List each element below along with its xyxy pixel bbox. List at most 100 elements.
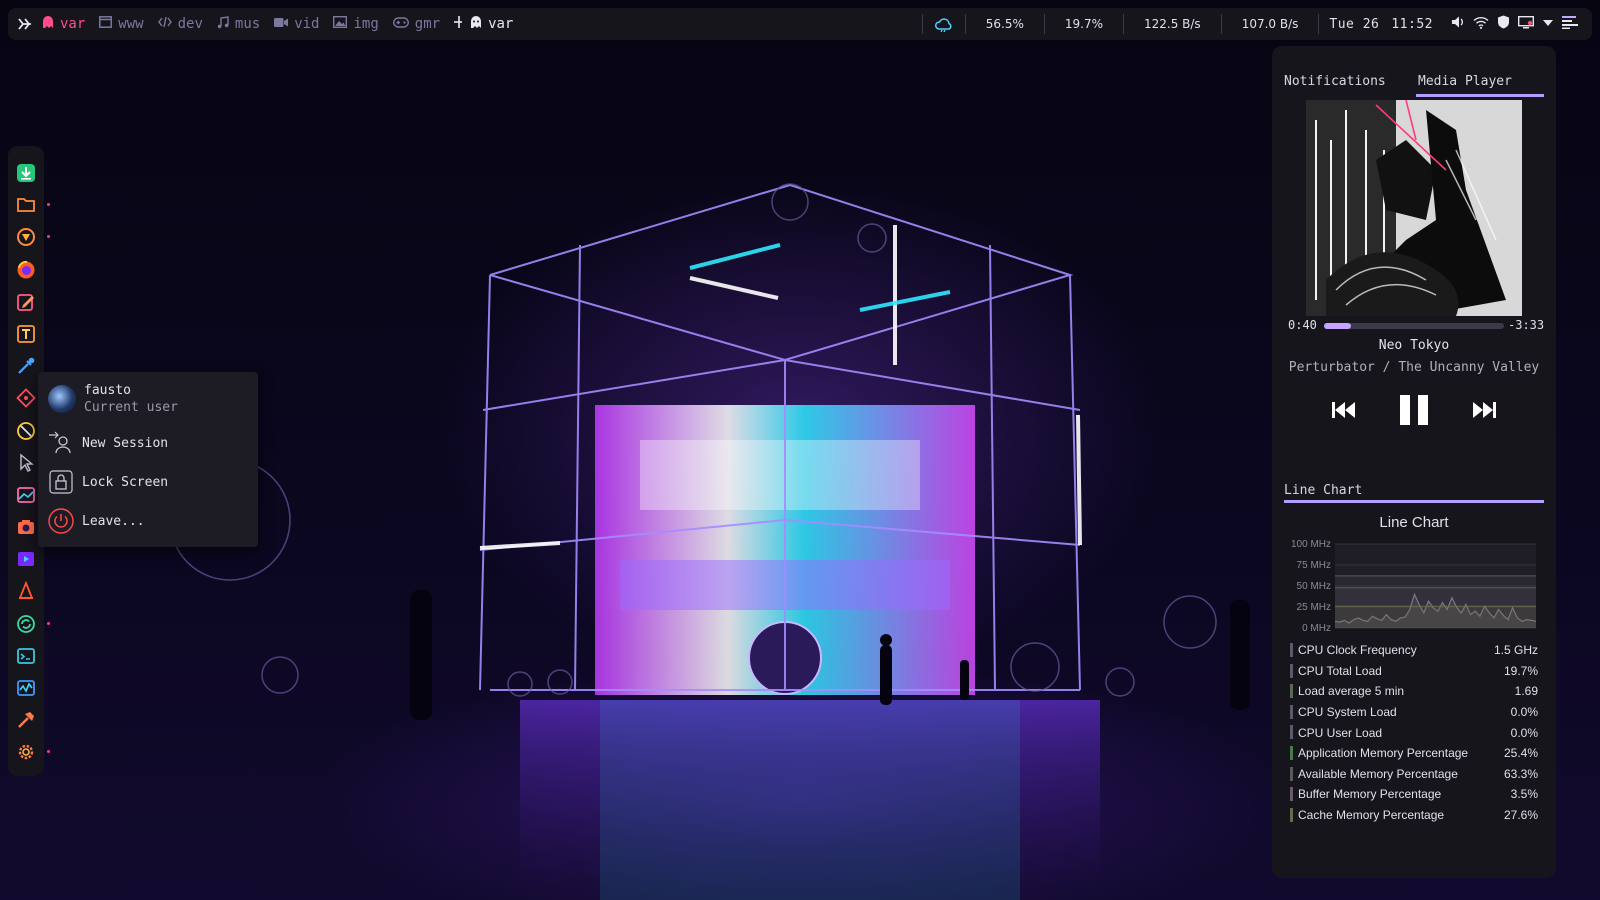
pause-button[interactable] bbox=[1398, 392, 1430, 428]
shield-icon[interactable] bbox=[1497, 15, 1510, 33]
sensor-label: CPU Clock Frequency bbox=[1298, 643, 1417, 658]
panel-tabs: Notifications Media Player bbox=[1284, 74, 1544, 97]
cursor-icon bbox=[20, 453, 34, 472]
clock[interactable]: Tue 26 11:52 bbox=[1318, 14, 1443, 34]
leave-button[interactable]: Leave... bbox=[48, 508, 145, 534]
user-info: fausto Current user bbox=[84, 382, 178, 416]
download-icon bbox=[17, 164, 35, 182]
dock-item-typora[interactable] bbox=[15, 323, 37, 345]
dock-item-color-picker[interactable] bbox=[15, 355, 37, 377]
skip-forward-icon bbox=[1473, 402, 1496, 418]
workspace-img[interactable]: img bbox=[333, 15, 379, 32]
dock-item-settings[interactable] bbox=[15, 741, 50, 763]
workspace-var[interactable]: var bbox=[42, 16, 85, 32]
dock-item-terminal[interactable] bbox=[15, 645, 37, 667]
skip-back-icon bbox=[1332, 402, 1355, 418]
chevron-down-icon[interactable] bbox=[1542, 17, 1554, 32]
lock-screen-button[interactable]: Lock Screen bbox=[48, 469, 168, 495]
sensor-row: Application Memory Percentage 25.4% bbox=[1290, 743, 1538, 764]
gamepad-icon bbox=[392, 16, 409, 32]
workspace-vid[interactable]: vid bbox=[274, 16, 319, 32]
dock-item-clock[interactable] bbox=[15, 420, 37, 442]
dock-item-vlc[interactable] bbox=[15, 580, 37, 602]
sensor-label: Cache Memory Percentage bbox=[1298, 808, 1445, 823]
seek-bar[interactable] bbox=[1324, 323, 1504, 329]
terminal-icon bbox=[17, 647, 35, 664]
cpu-usage[interactable]: 56.5% bbox=[964, 14, 1044, 34]
clock-date: Tue 26 bbox=[1329, 16, 1380, 32]
power-icon bbox=[48, 508, 74, 534]
workspace-label: dev bbox=[177, 16, 203, 32]
workspace-www[interactable]: www bbox=[99, 16, 144, 32]
sensor-value: 1.5 GHz bbox=[1493, 643, 1538, 658]
film-icon bbox=[18, 552, 34, 567]
workspace-mus[interactable]: mus bbox=[217, 15, 260, 33]
dock-item-sync[interactable] bbox=[15, 613, 50, 635]
dock-item-editor[interactable] bbox=[15, 291, 37, 313]
sensor-row: Cache Memory Percentage 27.6% bbox=[1290, 805, 1538, 826]
seek-bar-fill bbox=[1324, 323, 1351, 329]
y-tick-label: 25 MHz bbox=[1297, 602, 1331, 613]
edit-icon bbox=[17, 293, 34, 311]
sensor-row: Buffer Memory Percentage 3.5% bbox=[1290, 784, 1538, 805]
brave-icon bbox=[17, 228, 35, 247]
dock-item-file-manager[interactable] bbox=[15, 194, 50, 216]
avatar bbox=[48, 385, 76, 413]
elapsed-time: 0:40 bbox=[1288, 318, 1317, 332]
net-upload[interactable]: 107.0 B/s bbox=[1220, 14, 1319, 34]
volume-icon[interactable] bbox=[1451, 15, 1465, 33]
load-usage[interactable]: 19.7% bbox=[1043, 14, 1123, 34]
next-button[interactable] bbox=[1470, 392, 1498, 428]
sensor-color-bar bbox=[1290, 704, 1293, 719]
user-role: Current user bbox=[84, 400, 178, 415]
firefox-icon bbox=[17, 260, 35, 279]
top-bar: var www dev mus vid img gmr var 56.5% 19… bbox=[8, 8, 1592, 40]
sensor-value: 3.5% bbox=[1510, 787, 1538, 802]
dock-item-system-monitor[interactable] bbox=[15, 677, 37, 699]
workspace-dev[interactable]: dev bbox=[157, 16, 203, 32]
image-icon bbox=[333, 15, 348, 32]
weather-icon[interactable] bbox=[921, 14, 965, 34]
dock-item-image-viewer[interactable] bbox=[15, 484, 37, 506]
dock-item-firefox[interactable] bbox=[15, 259, 37, 281]
sensor-row: Load average 5 min 1.69 bbox=[1290, 681, 1538, 702]
pause-icon bbox=[1400, 395, 1428, 425]
system-tray bbox=[1443, 15, 1592, 33]
y-tick-label: 50 MHz bbox=[1297, 581, 1331, 592]
menu-icon[interactable] bbox=[1562, 15, 1578, 33]
tab-media-player[interactable]: Media Player bbox=[1416, 74, 1544, 97]
folder-icon bbox=[17, 198, 35, 213]
dock-item-video-editor[interactable] bbox=[15, 548, 37, 570]
launcher-logo-icon[interactable] bbox=[8, 16, 42, 32]
chart-title: Line Chart bbox=[1379, 514, 1449, 531]
new-session-button[interactable]: New Session bbox=[48, 430, 168, 456]
hammer-icon bbox=[18, 712, 34, 729]
tab-notifications[interactable]: Notifications bbox=[1284, 74, 1386, 89]
status-area: 56.5% 19.7% 122.5 B/s 107.0 B/s Tue 26 1… bbox=[921, 8, 1592, 40]
workspace-gmr[interactable]: gmr bbox=[392, 16, 440, 32]
display-icon[interactable] bbox=[1517, 15, 1535, 33]
workspace-label: vid bbox=[294, 16, 320, 32]
music-icon bbox=[217, 15, 229, 33]
sensor-color-bar bbox=[1290, 684, 1293, 699]
sensor-label: CPU User Load bbox=[1298, 725, 1383, 740]
net-download[interactable]: 122.5 B/s bbox=[1122, 14, 1221, 34]
dock-item-pointer[interactable] bbox=[15, 452, 37, 474]
dock-item-screenshot[interactable] bbox=[15, 516, 37, 538]
chart-tab[interactable]: Line Chart bbox=[1284, 483, 1362, 498]
dock-item-git[interactable] bbox=[15, 387, 37, 409]
side-panel: Notifications Media Player 0:40 -3:33 Ne… bbox=[1272, 46, 1556, 878]
sensor-color-bar bbox=[1290, 807, 1293, 822]
current-user[interactable]: fausto Current user bbox=[48, 382, 178, 416]
sync-icon bbox=[17, 614, 35, 633]
sensor-list: CPU Clock Frequency 1.5 GHz CPU Total Load… bbox=[1290, 640, 1538, 825]
workspace-label: var bbox=[60, 16, 86, 32]
dock-item-brave[interactable] bbox=[15, 226, 50, 248]
wifi-icon[interactable] bbox=[1473, 16, 1489, 33]
previous-button[interactable] bbox=[1330, 392, 1358, 428]
y-tick-label: 0 MHz bbox=[1302, 623, 1331, 634]
cone-icon bbox=[18, 581, 34, 600]
y-tick-label: 75 MHz bbox=[1297, 560, 1331, 571]
dock-item-download[interactable] bbox=[15, 162, 37, 184]
dock-item-build-tool[interactable] bbox=[15, 709, 37, 731]
